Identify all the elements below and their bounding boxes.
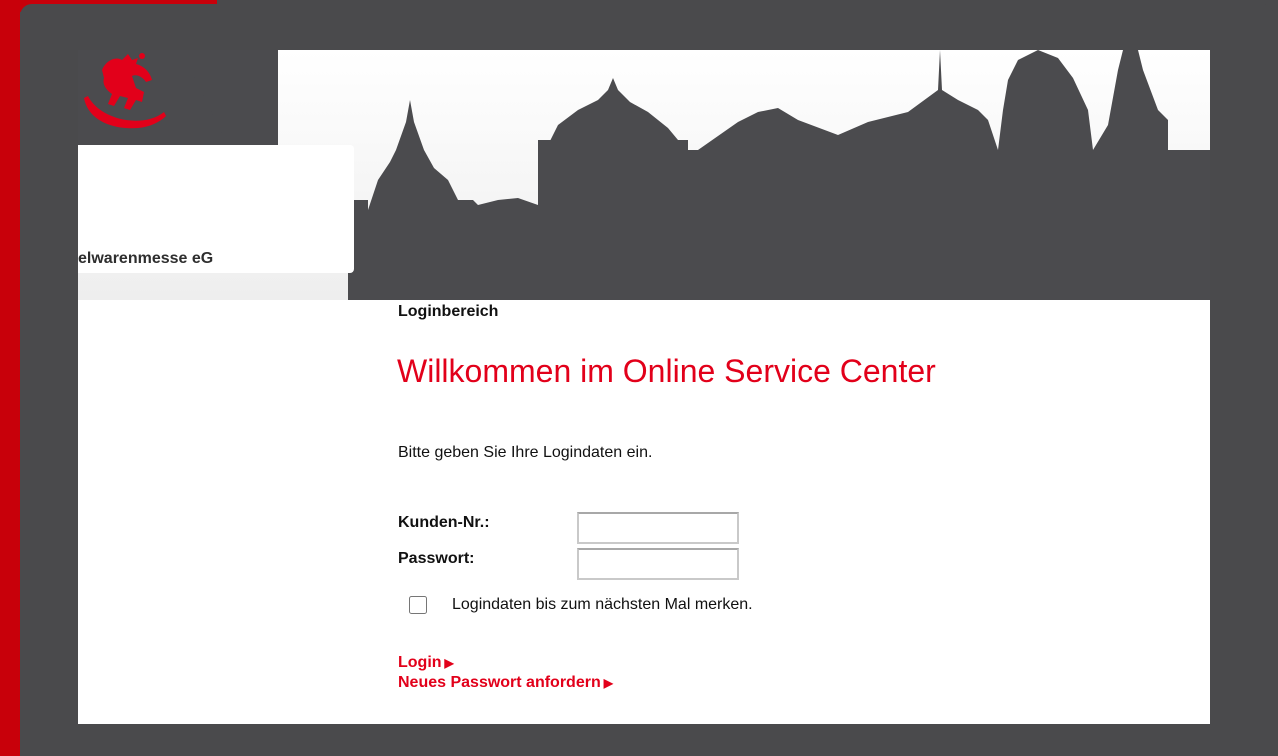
- rocking-horse-icon: [84, 53, 166, 129]
- new-password-link-label: Neues Passwort anfordern: [398, 674, 601, 691]
- remember-login-checkbox[interactable]: [409, 596, 427, 614]
- intro-text: Bitte geben Sie Ihre Logindaten ein.: [398, 444, 653, 461]
- customer-number-label: Kunden-Nr.:: [398, 514, 490, 531]
- remember-login-label[interactable]: Logindaten bis zum nächsten Mal merken.: [452, 596, 753, 614]
- arrow-right-icon: ▶: [444, 656, 454, 670]
- password-input[interactable]: [577, 548, 739, 580]
- login-link-label: Login: [398, 654, 442, 671]
- new-password-link[interactable]: Neues Passwort anfordern ▶: [398, 674, 613, 692]
- section-label: Loginbereich: [398, 303, 499, 320]
- left-red-strip: [0, 0, 20, 756]
- header-banner: elwarenmesse eG: [78, 50, 1210, 300]
- customer-number-input[interactable]: [577, 512, 739, 544]
- login-link[interactable]: Login ▶: [398, 654, 454, 672]
- password-label: Passwort:: [398, 550, 475, 567]
- main-content: elwarenmesse eG Loginbereich Willkommen …: [78, 50, 1210, 724]
- logo-text: elwarenmesse eG: [78, 250, 214, 267]
- page-title: Willkommen im Online Service Center: [397, 353, 936, 389]
- arrow-right-icon: ▶: [603, 676, 613, 690]
